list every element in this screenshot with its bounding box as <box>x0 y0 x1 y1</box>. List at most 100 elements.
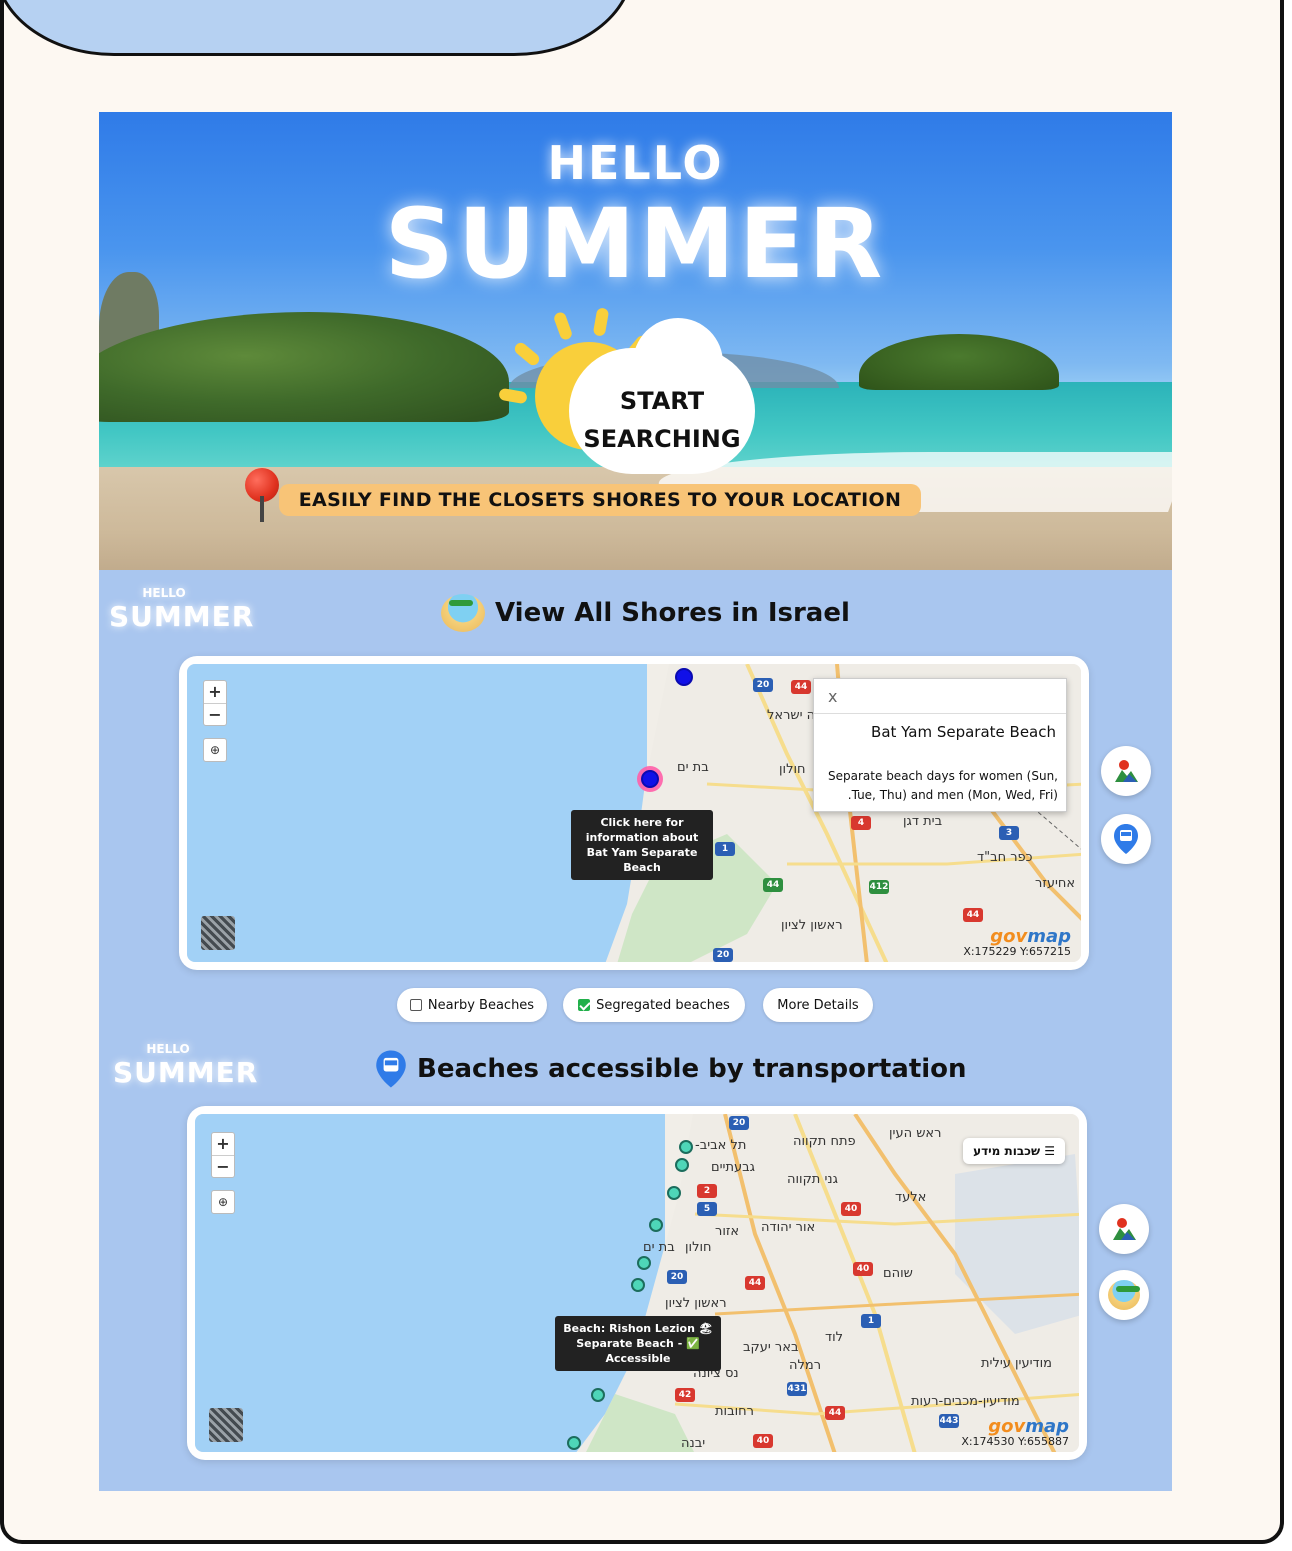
beach-info-popup: x Bat Yam Separate Beach Separate beach … <box>813 678 1067 812</box>
map-label-bat-yam: בת ים <box>677 760 709 775</box>
layers-label: שכבות מידע <box>973 1144 1041 1158</box>
mini-logo-hello: HELLO <box>142 586 186 600</box>
transport-beach-marker[interactable] <box>567 1436 581 1450</box>
road-sign: 44 <box>791 680 811 694</box>
beach-marker-selected[interactable] <box>641 770 659 788</box>
more-details-button[interactable]: More Details <box>763 988 873 1022</box>
nearby-beaches-button[interactable]: Nearby Beaches <box>397 988 547 1022</box>
mini-logo-hello: HELLO <box>146 1042 190 1056</box>
map-label-kfar-chabad: כפר חב"ד <box>977 850 1033 865</box>
map-label-beer-yaakov: באר יעקב <box>743 1340 799 1355</box>
transport-beach-marker[interactable] <box>675 1158 689 1172</box>
map-label-yavne: יבנה <box>681 1436 706 1451</box>
map-label-holon: חולון <box>685 1240 712 1255</box>
transport-map[interactable]: 20 2 5 40 20 44 40 1 42 431 44 40 443 תל… <box>195 1114 1079 1452</box>
title-tab <box>0 0 634 56</box>
zoom-in-icon[interactable]: + <box>204 681 226 703</box>
popup-body: Separate beach days for women (Sun, .Tue… <box>828 769 1058 802</box>
map-label-tel-aviv: תל אביב- <box>695 1138 747 1153</box>
map-label-rosh-haayin: ראש העין <box>889 1126 942 1141</box>
close-icon[interactable]: x <box>828 687 837 706</box>
govmap-brand-map: map <box>1027 926 1071 947</box>
govmap-brand-gov: gov <box>988 1416 1026 1437</box>
nearby-checkbox[interactable] <box>409 999 422 1011</box>
govmap-brand-gov: gov <box>990 926 1028 947</box>
road-sign: 2 <box>697 1184 717 1198</box>
road-sign: 1 <box>715 842 735 856</box>
govmap-logo: govmap X:174530 Y:655887 <box>961 1416 1069 1449</box>
hero-hello: HELLO <box>547 136 724 190</box>
map-label-ahiezer: אחיעזר <box>1035 876 1076 891</box>
road-sign: 40 <box>841 1202 861 1216</box>
person-map-button[interactable] <box>1099 1204 1149 1254</box>
map-label-petah-tikva: פתח תקווה <box>793 1134 856 1149</box>
transport-map-card: 20 2 5 40 20 44 40 1 42 431 44 40 443 תל… <box>187 1106 1087 1460</box>
bus-pin-icon <box>376 1050 406 1088</box>
hero-summer: SUMMER <box>384 188 887 300</box>
section1-title-text: View All Shores in Israel <box>495 598 850 628</box>
sun-ray <box>512 340 542 368</box>
map-label-elad: אלעד <box>895 1190 927 1205</box>
map-label-holon: חולון <box>779 762 806 777</box>
map-label-modiin-illit: מודיעין עילית <box>981 1356 1052 1371</box>
govmap-logo: govmap X:175229 Y:657215 <box>963 926 1071 959</box>
road-sign: 412 <box>869 880 889 894</box>
map-label-beit-dagan: בית דגן <box>903 814 943 829</box>
transport-beach-marker[interactable] <box>679 1140 693 1154</box>
layers-button[interactable]: ☰ שכבות מידע <box>963 1138 1065 1164</box>
section2-title-text: Beaches accessible by transportation <box>417 1054 967 1084</box>
map-label-ganei-tikva: גני תקווה <box>787 1172 838 1187</box>
segregated-checkbox[interactable] <box>578 999 591 1011</box>
start-searching-label[interactable]: START SEARCHING <box>569 382 755 458</box>
road-sign: 5 <box>697 1202 717 1216</box>
app-screenshot: HELLO SUMMER START SEARCHING EASILY FIND… <box>99 112 1172 1491</box>
zoom-control: + − <box>203 680 227 726</box>
map-label-rishon: ראשון לציון <box>665 1296 727 1311</box>
magnifier-icon[interactable]: ⊕ <box>203 738 227 762</box>
section-title-transport: Beaches accessible by transportation <box>375 1048 967 1090</box>
section-title-all-shores: View All Shores in Israel <box>441 594 850 632</box>
road-sign: 443 <box>939 1414 959 1428</box>
shores-map[interactable]: 20 44 4 3 44 412 44 20 1 בת ים חולון בית… <box>187 664 1081 962</box>
person-map-button[interactable] <box>1101 746 1151 796</box>
road-sign: 20 <box>753 678 773 692</box>
transport-beach-marker[interactable] <box>637 1256 651 1270</box>
satellite-icon[interactable] <box>201 916 235 950</box>
person-map-icon <box>1113 1218 1136 1240</box>
road-sign: 1 <box>861 1314 881 1328</box>
map-coordinates: X:175229 Y:657215 <box>963 945 1071 958</box>
bus-pin-button[interactable] <box>1101 814 1151 864</box>
map-label-modiin: מודיעין-מכבים-רעות <box>911 1394 1020 1409</box>
magnifier-icon[interactable]: ⊕ <box>211 1190 235 1214</box>
layers-icon: ☰ <box>1040 1144 1055 1158</box>
govmap-brand: govmap <box>961 1416 1069 1437</box>
map-coordinates: X:174530 Y:655887 <box>961 1435 1069 1448</box>
satellite-icon[interactable] <box>209 1408 243 1442</box>
map-label-bat-yam: בת ים <box>643 1240 675 1255</box>
beach-emoji-icon <box>1108 1280 1140 1310</box>
map-label-israel: וה ישראל <box>767 708 819 723</box>
map-label-or-yehuda: אור יהודה <box>761 1220 816 1235</box>
transport-beach-marker[interactable] <box>667 1186 681 1200</box>
person-map-icon <box>1115 760 1138 782</box>
road-sign: 20 <box>729 1116 749 1130</box>
zoom-control: + − <box>211 1132 235 1178</box>
map-label-rehovot: רחובות <box>715 1404 754 1419</box>
road-sign: 4 <box>851 816 871 830</box>
beach-marker[interactable] <box>675 668 693 686</box>
zoom-out-icon[interactable]: − <box>204 703 226 725</box>
marker-tooltip: Beach: Rishon Lezion 🏖 Separate Beach - … <box>555 1316 721 1371</box>
road-sign: 20 <box>667 1270 687 1284</box>
transport-beach-marker[interactable] <box>591 1388 605 1402</box>
segregated-beaches-button[interactable]: Segregated beaches <box>563 988 745 1022</box>
zoom-in-icon[interactable]: + <box>212 1133 234 1155</box>
transport-beach-marker[interactable] <box>631 1278 645 1292</box>
road-sign: 431 <box>787 1382 807 1396</box>
zoom-out-icon[interactable]: − <box>212 1155 234 1177</box>
popup-title: Bat Yam Separate Beach <box>871 723 1056 741</box>
transport-beach-marker[interactable] <box>649 1218 663 1232</box>
hero-tagline: EASILY FIND THE CLOSETS SHORES TO YOUR L… <box>279 484 921 516</box>
shores-map-card: 20 44 4 3 44 412 44 20 1 בת ים חולון בית… <box>179 656 1089 970</box>
map-label-lod: לוד <box>825 1330 844 1345</box>
beach-view-button[interactable] <box>1099 1270 1149 1320</box>
